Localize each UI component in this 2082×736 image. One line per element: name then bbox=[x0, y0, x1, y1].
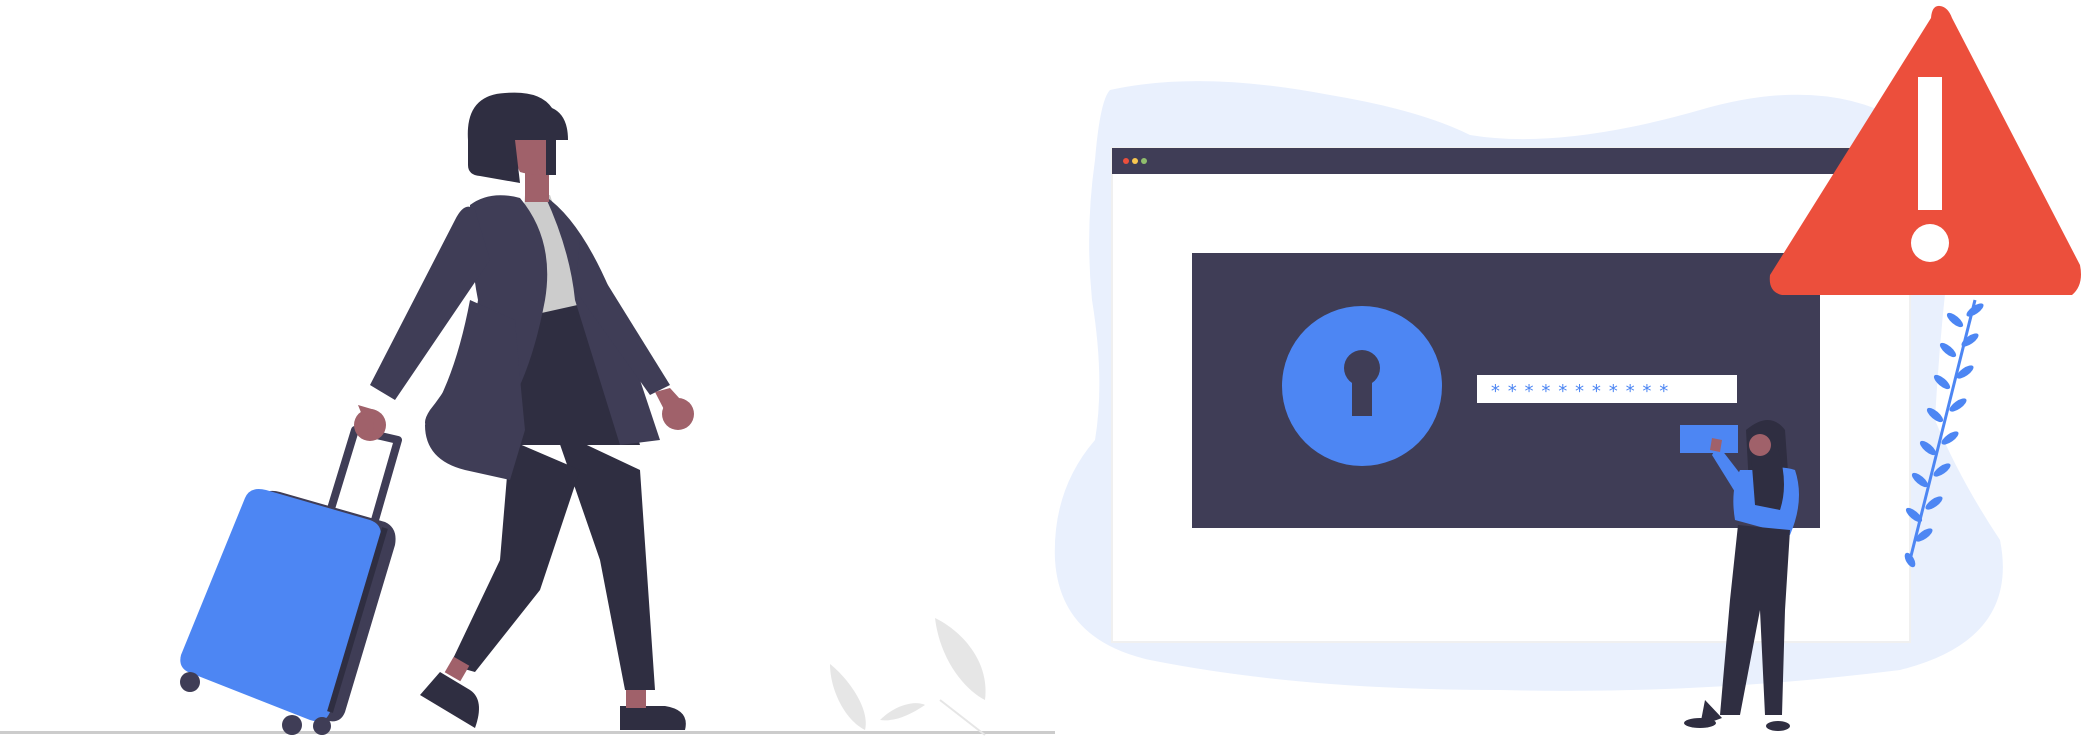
hair-side bbox=[546, 140, 556, 175]
password-mask: *********** bbox=[1490, 381, 1675, 402]
warning-exclamation-bar bbox=[1918, 77, 1942, 210]
front-shoe bbox=[420, 672, 479, 728]
illustration-canvas: *********** bbox=[0, 5, 2081, 736]
neck bbox=[525, 170, 549, 202]
suitcase-icon bbox=[180, 426, 402, 735]
ground-line bbox=[0, 731, 1055, 734]
security-illustration: *********** bbox=[1054, 5, 2081, 731]
login-panel: *********** bbox=[1192, 253, 1820, 528]
window-dot-red bbox=[1123, 158, 1129, 164]
plant-leaves-icon bbox=[830, 618, 986, 736]
warning-exclamation-dot bbox=[1911, 224, 1949, 262]
back-ankle bbox=[626, 690, 646, 708]
window-dot-yellow bbox=[1132, 158, 1138, 164]
traveler-illustration bbox=[0, 92, 1055, 736]
submit-button bbox=[1680, 425, 1738, 453]
back-shoe bbox=[620, 706, 686, 730]
browser-titlebar bbox=[1112, 148, 1910, 174]
front-leg bbox=[450, 440, 580, 672]
window-dot-green bbox=[1141, 158, 1147, 164]
